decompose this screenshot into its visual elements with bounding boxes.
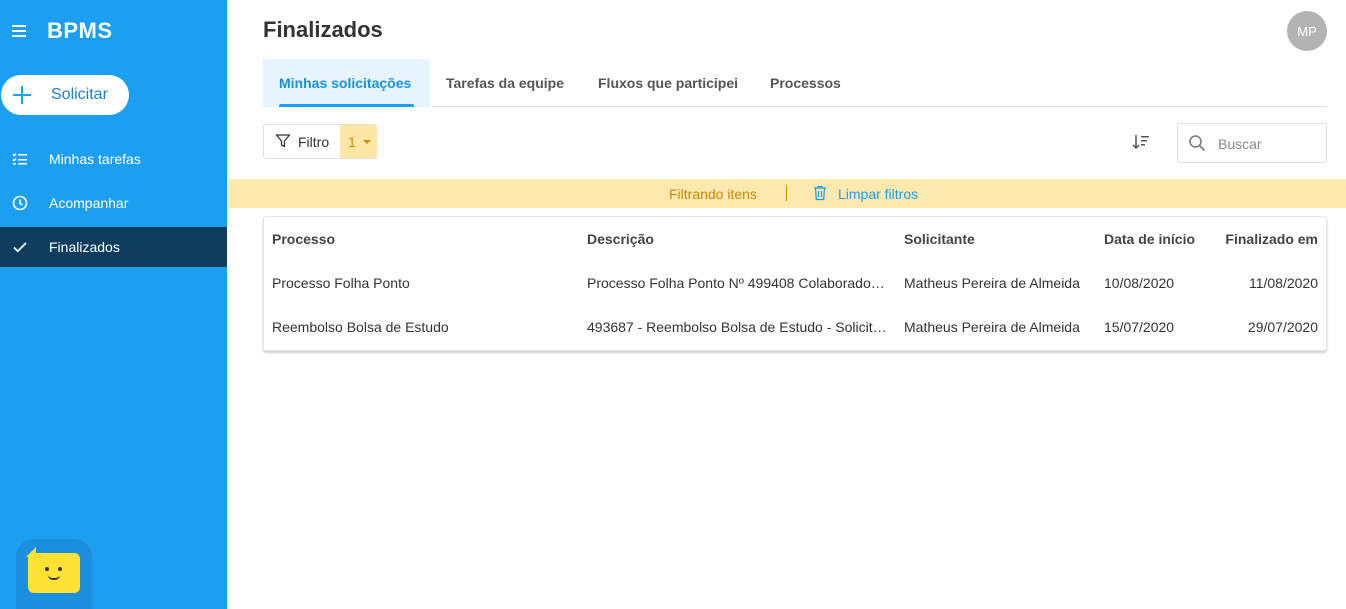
main-content: Finalizados MP Minhas solicitações Taref… xyxy=(227,0,1346,609)
column-header-finalizado-em[interactable]: Finalizado em xyxy=(1214,231,1318,247)
avatar[interactable]: MP xyxy=(1287,11,1327,51)
solicitar-button[interactable]: Solicitar xyxy=(1,75,129,115)
tab-bar: Minhas solicitações Tarefas da equipe Fl… xyxy=(263,59,1327,107)
cell-solicitante: Matheus Pereira de Almeida xyxy=(904,275,1080,291)
filtering-text: Filtrando itens xyxy=(669,186,757,202)
sidebar: BPMS Solicitar Minhas tarefas Acompanhar xyxy=(0,0,227,609)
cell-descricao: 493687 - Reembolso Bolsa de Estudo - Sol… xyxy=(587,319,889,335)
table-header-row: Processo Descrição Solicitante Data de i… xyxy=(264,217,1326,261)
menu-icon[interactable] xyxy=(12,24,26,38)
cell-finalizado-em: 11/08/2020 xyxy=(1248,275,1318,291)
divider xyxy=(786,185,787,201)
sidebar-item-finalizados[interactable]: Finalizados xyxy=(0,227,227,267)
trash-icon xyxy=(814,185,826,201)
column-header-descricao[interactable]: Descrição xyxy=(587,231,889,247)
cell-data-inicio: 10/08/2020 xyxy=(1104,275,1175,291)
tab-fluxos-que-participei[interactable]: Fluxos que participei xyxy=(582,59,754,107)
filter-label: Filtro xyxy=(298,134,330,150)
page-title: Finalizados xyxy=(263,17,383,42)
table-row[interactable]: Processo Folha Ponto Processo Folha Pont… xyxy=(264,261,1326,305)
sort-icon[interactable] xyxy=(1131,132,1151,152)
filter-status-bar: Filtrando itens Limpar filtros xyxy=(227,179,1346,208)
filter-icon xyxy=(275,134,291,148)
tab-minhas-solicitacoes[interactable]: Minhas solicitações xyxy=(263,59,430,107)
chatbot-button[interactable] xyxy=(16,539,92,609)
filter-count-dropdown[interactable]: 1 xyxy=(340,125,377,158)
app-brand: BPMS xyxy=(47,18,113,43)
clock-icon xyxy=(12,195,28,211)
search-input[interactable] xyxy=(1218,133,1318,155)
sidebar-item-label: Minhas tarefas xyxy=(49,151,141,167)
search-input-container[interactable] xyxy=(1177,123,1327,163)
tab-processos[interactable]: Processos xyxy=(754,59,857,107)
sidebar-item-label: Finalizados xyxy=(49,239,120,255)
chevron-down-icon xyxy=(363,140,371,144)
cell-data-inicio: 15/07/2020 xyxy=(1104,319,1175,335)
cell-solicitante: Matheus Pereira de Almeida xyxy=(904,319,1080,335)
cell-descricao: Processo Folha Ponto Nº 499408 Colaborad… xyxy=(587,275,889,291)
checklist-icon xyxy=(12,153,27,165)
table-row[interactable]: Reembolso Bolsa de Estudo 493687 - Reemb… xyxy=(264,305,1326,349)
column-header-data-inicio[interactable]: Data de início xyxy=(1104,231,1214,247)
check-icon xyxy=(13,242,27,253)
sidebar-item-acompanhar[interactable]: Acompanhar xyxy=(0,183,227,223)
filter-button[interactable]: Filtro 1 xyxy=(263,124,377,159)
sidebar-item-label: Acompanhar xyxy=(49,195,129,211)
filter-count-badge: 1 xyxy=(348,134,356,150)
column-header-processo[interactable]: Processo xyxy=(272,231,572,247)
results-table: Processo Descrição Solicitante Data de i… xyxy=(263,216,1327,351)
search-icon xyxy=(1189,135,1206,152)
plus-icon xyxy=(12,85,32,105)
sidebar-item-minhas-tarefas[interactable]: Minhas tarefas xyxy=(0,139,227,179)
column-header-solicitante[interactable]: Solicitante xyxy=(904,231,1094,247)
solicitar-label: Solicitar xyxy=(51,86,108,103)
cell-processo: Processo Folha Ponto xyxy=(272,275,410,291)
clear-filters-label: Limpar filtros xyxy=(838,186,919,202)
app-window: BPMS Solicitar Minhas tarefas Acompanhar xyxy=(0,0,1346,609)
cell-processo: Reembolso Bolsa de Estudo xyxy=(272,319,449,335)
cell-finalizado-em: 29/07/2020 xyxy=(1247,319,1318,335)
tab-tarefas-da-equipe[interactable]: Tarefas da equipe xyxy=(430,59,580,107)
filter-main[interactable]: Filtro xyxy=(264,125,340,158)
chatbot-face-icon xyxy=(26,547,80,593)
sidebar-header: BPMS xyxy=(0,14,227,48)
